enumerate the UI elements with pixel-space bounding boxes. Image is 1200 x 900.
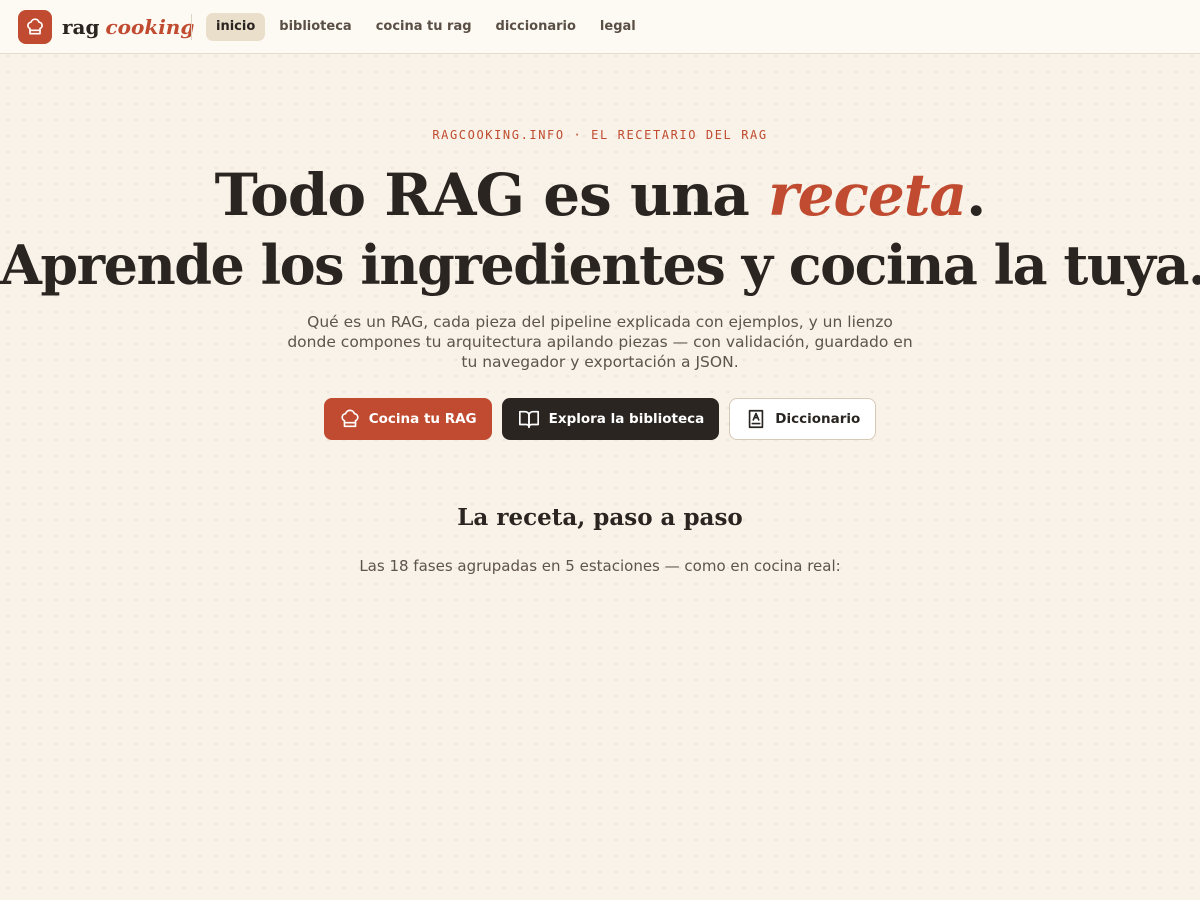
- open-book-icon: [517, 408, 541, 430]
- hero-title: Todo RAG es una receta. Aprende los ingr…: [0, 160, 1200, 300]
- cook-your-rag-label: Cocina tu RAG: [368, 411, 477, 427]
- nav-divider: [191, 14, 192, 40]
- steps-section-subtitle: Las 18 fases agrupadas en 5 estaciones —…: [359, 557, 841, 575]
- nav-item-inicio[interactable]: inicio: [206, 13, 266, 41]
- explore-library-button[interactable]: Explora la biblioteca: [501, 398, 720, 440]
- brand-name-cooking: cooking: [105, 15, 195, 39]
- hero-title-line-2: Aprende los ingredientes y cocina la tuy…: [0, 233, 1200, 297]
- steps-section-title: La receta, paso a paso: [457, 504, 743, 531]
- brand-name-rag: rag: [62, 15, 100, 39]
- brand-name[interactable]: rag cooking: [62, 12, 194, 42]
- hero-eyebrow: RAGCOOKING.INFO · EL RECETARIO DEL RAG: [432, 128, 768, 142]
- cta-row: Cocina tu RAG Explora la biblioteca Dicc…: [0, 398, 1200, 440]
- dictionary-label: Diccionario: [775, 411, 861, 427]
- nav-item-cocina-tu-rag[interactable]: cocina tu rag: [366, 13, 482, 41]
- logo-button[interactable]: [18, 10, 52, 44]
- dictionary-button[interactable]: Diccionario: [729, 398, 877, 440]
- cook-your-rag-button[interactable]: Cocina tu RAG: [323, 398, 492, 440]
- nav-item-biblioteca[interactable]: biblioteca: [269, 13, 361, 41]
- chef-hat-icon: [27, 18, 43, 35]
- hero-title-accent: receta: [768, 161, 967, 229]
- nav-item-diccionario[interactable]: diccionario: [486, 13, 586, 41]
- hero-description: Qué es un RAG, cada pieza del pipeline e…: [287, 313, 913, 371]
- hero-title-period: .: [966, 161, 986, 229]
- explore-library-label: Explora la biblioteca: [548, 411, 705, 427]
- dictionary-icon: [745, 408, 767, 430]
- main-nav: inicio biblioteca cocina tu rag dicciona…: [206, 13, 650, 41]
- hero-title-line-1: Todo RAG es una receta.: [0, 160, 1200, 230]
- chef-hat-icon: [339, 408, 361, 430]
- top-navigation-bar: rag cooking inicio biblioteca cocina tu r…: [0, 0, 1200, 54]
- hero-title-lead: Todo RAG es una: [214, 161, 750, 229]
- nav-item-legal[interactable]: legal: [590, 13, 646, 41]
